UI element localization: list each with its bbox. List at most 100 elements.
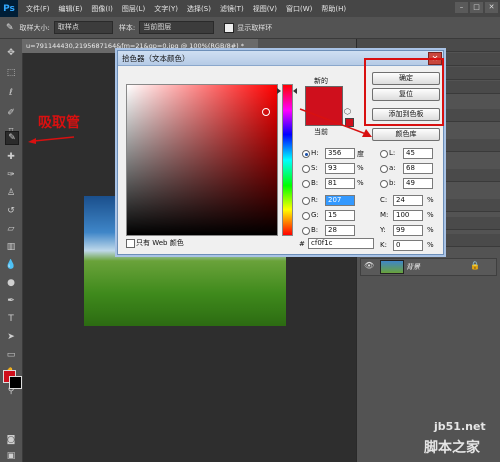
lock-icon: 🔒 — [470, 261, 480, 270]
lab-b-input[interactable]: 49 — [403, 178, 433, 189]
lab-l-input[interactable]: 45 — [403, 148, 433, 159]
yellow-input[interactable]: 99 — [393, 225, 423, 236]
eyedropper-option-icon[interactable]: ✎ — [6, 23, 14, 33]
black-field-row: K: 0 % — [380, 240, 442, 251]
color-libraries-button[interactable]: 颜色库 — [372, 128, 440, 141]
blue-label: B: — [311, 226, 319, 234]
saturation-brightness-field[interactable] — [126, 84, 278, 236]
magenta-label: M: — [380, 211, 389, 219]
gradient-tool-icon[interactable]: ▥ — [5, 241, 17, 253]
hue-radio[interactable] — [302, 150, 310, 158]
lab-b-radio[interactable] — [380, 180, 388, 188]
menu-items: 文件(F) 编辑(E) 图像(I) 图层(L) 文字(Y) 选择(S) 滤镜(T… — [26, 4, 355, 14]
dialog-title: 拾色器（文本颜色） — [122, 54, 190, 63]
blue-field-row: B: 28 — [302, 225, 372, 236]
maximize-button[interactable]: □ — [470, 2, 483, 13]
eyedropper-tool-icon[interactable]: ✎ — [5, 131, 19, 145]
options-bar: ✎ 取样大小: 取样点 样本: 当前图层 显示取样环 — [0, 17, 500, 39]
hue-unit: 度 — [357, 150, 364, 158]
stamp-tool-icon[interactable]: ♙ — [5, 187, 17, 199]
menu-view[interactable]: 视图(V) — [253, 4, 277, 14]
hex-input[interactable]: cf0f1c — [308, 238, 374, 249]
saturation-radio[interactable] — [302, 165, 310, 173]
show-ring-label: 显示取样环 — [237, 23, 273, 32]
brightness-radio[interactable] — [302, 180, 310, 188]
red-field-row: R: 207 — [302, 195, 372, 206]
quick-select-tool-icon[interactable]: ✐ — [5, 107, 17, 119]
color-cursor[interactable] — [262, 108, 270, 116]
layer-thumbnail — [380, 260, 404, 274]
history-brush-tool-icon[interactable]: ↺ — [5, 205, 17, 217]
red-input[interactable]: 207 — [325, 195, 355, 206]
green-input[interactable]: 15 — [325, 210, 355, 221]
menu-filter[interactable]: 滤镜(T) — [220, 4, 244, 14]
screen-mode-icon[interactable]: ▣ — [5, 450, 17, 462]
sample-label: 样本: — [118, 23, 136, 32]
menu-help[interactable]: 帮助(H) — [321, 4, 346, 14]
yellow-unit: % — [427, 226, 434, 234]
brightness-input[interactable]: 81 — [325, 178, 355, 189]
layer-name: 背景 — [406, 263, 420, 271]
lab-a-radio[interactable] — [380, 165, 388, 173]
eye-icon[interactable]: 👁 — [364, 261, 374, 270]
black-unit: % — [427, 241, 434, 249]
shape-tool-icon[interactable]: ▭ — [5, 349, 17, 361]
pen-tool-icon[interactable]: ✒ — [5, 295, 17, 307]
sample-select[interactable]: 当前图层 — [139, 21, 215, 34]
yellow-label: Y: — [380, 226, 386, 234]
quick-mask-icon[interactable]: ◙ — [5, 434, 17, 446]
eraser-tool-icon[interactable]: ▱ — [5, 223, 17, 235]
menu-layer[interactable]: 图层(L) — [122, 4, 145, 14]
red-label: R: — [311, 196, 319, 204]
saturation-input[interactable]: 93 — [325, 163, 355, 174]
menu-edit[interactable]: 编辑(E) — [59, 4, 83, 14]
hue-slider-left-arrow-icon[interactable] — [277, 88, 281, 94]
show-ring-checkbox[interactable] — [224, 22, 235, 33]
lab-l-radio[interactable] — [380, 150, 388, 158]
minimize-button[interactable]: – — [455, 2, 468, 13]
lab-l-field-row: L: 45 — [380, 148, 440, 159]
red-radio[interactable] — [302, 197, 310, 205]
annotation-label: 吸取管 — [38, 115, 80, 131]
sample-size-select[interactable]: 取样点 — [53, 21, 113, 34]
app-logo: Ps — [0, 0, 18, 17]
magenta-field-row: M: 100 % — [380, 210, 442, 221]
magenta-input[interactable]: 100 — [393, 210, 423, 221]
green-label: G: — [311, 211, 319, 219]
window-controls: – □ ✕ — [453, 2, 498, 13]
cyan-input[interactable]: 24 — [393, 195, 423, 206]
brush-tool-icon[interactable]: ✑ — [5, 169, 17, 181]
lab-a-field-row: a: 68 — [380, 163, 440, 174]
lasso-tool-icon[interactable]: ℓ — [5, 87, 17, 99]
close-window-button[interactable]: ✕ — [485, 2, 498, 13]
hue-input[interactable]: 356 — [325, 148, 355, 159]
hue-slider-right-arrow-icon[interactable] — [293, 88, 297, 94]
green-radio[interactable] — [302, 212, 310, 220]
marquee-tool-icon[interactable]: ⬚ — [5, 67, 17, 79]
web-colors-only-checkbox[interactable] — [126, 239, 135, 248]
lab-b-label: b: — [389, 179, 396, 187]
menu-select[interactable]: 选择(S) — [187, 4, 211, 14]
menu-window[interactable]: 窗口(W) — [286, 4, 312, 14]
menu-image[interactable]: 图像(I) — [91, 4, 113, 14]
blue-radio[interactable] — [302, 227, 310, 235]
black-input[interactable]: 0 — [393, 240, 423, 251]
watermark-name: 脚本之家 — [424, 440, 480, 456]
black-label: K: — [380, 241, 387, 249]
type-tool-icon[interactable]: T — [5, 313, 17, 325]
path-select-tool-icon[interactable]: ➤ — [5, 331, 17, 343]
move-tool-icon[interactable]: ✥ — [5, 47, 17, 59]
blue-input[interactable]: 28 — [325, 225, 355, 236]
dodge-tool-icon[interactable]: ● — [5, 277, 17, 289]
blur-tool-icon[interactable]: 💧 — [5, 259, 17, 271]
background-color-swatch[interactable] — [9, 376, 22, 389]
lab-a-input[interactable]: 68 — [403, 163, 433, 174]
sample-size-label: 取样大小: — [19, 23, 50, 32]
menu-type[interactable]: 文字(Y) — [154, 4, 178, 14]
magenta-unit: % — [427, 211, 434, 219]
healing-brush-tool-icon[interactable]: ✚ — [5, 151, 17, 163]
cyan-field-row: C: 24 % — [380, 195, 442, 206]
hue-slider[interactable] — [282, 84, 293, 236]
menu-file[interactable]: 文件(F) — [26, 4, 50, 14]
cyan-label: C: — [380, 196, 388, 204]
